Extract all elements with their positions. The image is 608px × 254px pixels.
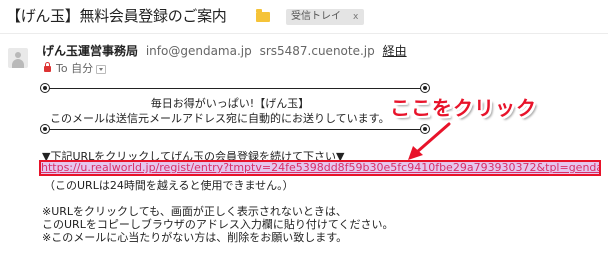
link-validity-note: （このURLは24時間を越えると使用できません。） <box>44 179 294 192</box>
banner-bottom-rule <box>45 129 425 130</box>
annotation-arrow-icon <box>408 122 451 160</box>
remove-label-button[interactable]: x <box>353 12 358 22</box>
banner-top-left-circle <box>40 83 50 93</box>
auto-send-notice: このメールは送信元メールアドレス宛に自動的にお送りしています。 <box>50 112 390 125</box>
recipient-text: To 自分 <box>56 62 94 75</box>
inbox-label-text: 受信トレイ <box>291 11 341 22</box>
greeting-text: 毎日お得がいっぱい!【げん玉】 <box>150 97 310 110</box>
banner-bottom-left-circle <box>40 124 50 134</box>
sender-avatar <box>8 48 28 68</box>
sender-via-domain: srs5487.cuenote.jp <box>259 44 375 58</box>
sender-email: info@gendama.jp <box>145 44 252 58</box>
recipient-line: To 自分 <box>44 60 107 76</box>
via-link[interactable]: 経由 <box>383 44 407 58</box>
link-highlight-frame <box>39 160 601 176</box>
avatar-head <box>15 52 21 58</box>
subject-bar: 【げん玉】無料会員登録のご案内 受信トレイ x <box>0 0 608 32</box>
click-here-annotation: ここをクリック <box>390 96 537 120</box>
inbox-label[interactable]: 受信トレイ x <box>286 9 365 25</box>
sender-line: げん玉運営事務局 info@gendama.jp srs5487.cuenote… <box>42 42 407 59</box>
label-folder-icon[interactable] <box>256 9 270 22</box>
sender-name[interactable]: げん玉運営事務局 <box>42 44 138 58</box>
avatar-body <box>12 59 24 68</box>
banner-top-rule <box>45 88 425 89</box>
lock-icon <box>44 62 51 72</box>
header-divider <box>0 33 608 34</box>
recipient-details-dropdown[interactable] <box>96 64 107 74</box>
note-line: ※このメールに心当たりがない方は、削除をお願い致します。 <box>42 231 348 244</box>
email-subject: 【げん玉】無料会員登録のご案内 <box>6 7 227 25</box>
